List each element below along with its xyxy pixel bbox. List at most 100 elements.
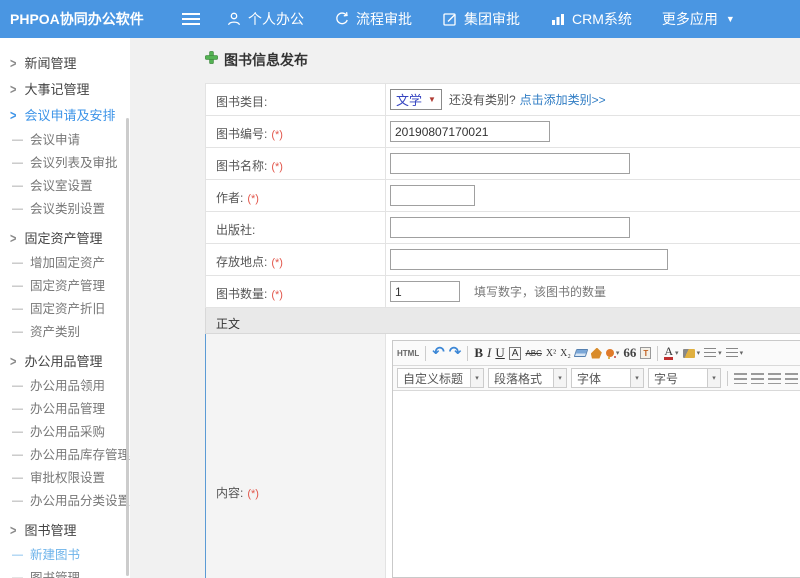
dash-icon: — bbox=[12, 280, 23, 293]
paste-text-button[interactable]: T bbox=[640, 347, 651, 359]
nav-more-apps[interactable]: 更多应用 bbox=[662, 9, 718, 29]
unordered-list-button[interactable]: ▾ bbox=[726, 348, 744, 359]
char-border-button[interactable]: A bbox=[509, 347, 522, 360]
select-caret-icon: ▼ bbox=[428, 95, 436, 104]
sidebar-item-supplies-claim[interactable]: —办公用品领用 bbox=[0, 375, 130, 398]
sidebar-item-supplies-category[interactable]: —办公用品分类设置 bbox=[0, 490, 130, 513]
sidebar-item-meeting-room[interactable]: —会议室设置 bbox=[0, 175, 130, 198]
caret-down-icon: ▾ bbox=[740, 349, 744, 357]
publisher-input[interactable] bbox=[390, 217, 630, 238]
book-name-input[interactable] bbox=[390, 153, 630, 174]
form-row-quantity: 图书数量:(*) 填写数字，该图书的数量 bbox=[205, 276, 800, 308]
book-number-input[interactable] bbox=[390, 121, 550, 142]
sidebar-item-supplies-manage[interactable]: —办公用品管理 bbox=[0, 398, 130, 421]
author-input[interactable] bbox=[390, 185, 475, 206]
align-center-button[interactable] bbox=[751, 373, 764, 384]
chevron-right-icon: > bbox=[10, 106, 16, 126]
dash-icon: — bbox=[12, 203, 23, 216]
bold-button[interactable]: B bbox=[474, 345, 483, 361]
align-justify-button[interactable] bbox=[785, 373, 798, 384]
highlight-color-button[interactable]: ▾ bbox=[683, 349, 701, 358]
edit-square-icon bbox=[442, 11, 458, 27]
superscript-button[interactable]: X² bbox=[546, 348, 556, 359]
category-selected-value: 文学 bbox=[396, 90, 422, 109]
undo-button[interactable]: ↶ bbox=[432, 346, 445, 360]
person-icon bbox=[226, 11, 242, 27]
chevron-right-icon: > bbox=[10, 229, 16, 249]
strikethrough-button[interactable]: ABC bbox=[525, 349, 541, 358]
align-right-icon bbox=[768, 373, 781, 384]
nav-process-approval[interactable]: 流程审批 bbox=[334, 9, 412, 29]
underline-button[interactable]: U bbox=[495, 345, 504, 361]
form-row-category: 图书类目: 文学 ▼ 还没有类别? 点击添加类别>> bbox=[205, 83, 800, 116]
align-left-button[interactable] bbox=[734, 373, 747, 384]
nav-label: 集团审批 bbox=[464, 9, 520, 29]
form-row-publisher: 出版社: bbox=[205, 212, 800, 244]
sidebar-item-approval-permission[interactable]: —审批权限设置 bbox=[0, 467, 130, 490]
nav-group-approval[interactable]: 集团审批 bbox=[442, 9, 520, 29]
caret-down-icon: ▾ bbox=[616, 349, 620, 357]
paragraph-format-select[interactable]: 段落格式▾ bbox=[488, 368, 567, 388]
sidebar-item-meeting-mgmt[interactable]: >会议申请及安排 bbox=[10, 108, 130, 124]
nav-label: 个人办公 bbox=[248, 9, 304, 29]
sidebar-item-supplies-mgmt[interactable]: >办公用品管理 bbox=[10, 354, 130, 370]
font-family-select[interactable]: 字体▾ bbox=[571, 368, 644, 388]
sidebar-item-meeting-apply[interactable]: —会议申请 bbox=[0, 129, 130, 152]
sidebar-item-asset-depreciation[interactable]: —固定资产折旧 bbox=[0, 298, 130, 321]
sidebar-item-news-mgmt[interactable]: >新闻管理 bbox=[10, 56, 130, 72]
sidebar-item-meeting-category[interactable]: —会议类别设置 bbox=[0, 198, 130, 221]
menu-toggle-icon[interactable] bbox=[182, 13, 200, 25]
sidebar-item-book-new[interactable]: —新建图书 bbox=[0, 544, 130, 567]
ordered-list-button[interactable]: ▾ bbox=[704, 348, 722, 359]
caret-down-icon: ▾ bbox=[675, 349, 679, 357]
add-category-link[interactable]: 点击添加类别>> bbox=[520, 91, 606, 108]
category-select[interactable]: 文学 ▼ bbox=[390, 89, 442, 110]
location-input[interactable] bbox=[390, 249, 668, 270]
required-marker: (*) bbox=[271, 289, 283, 301]
caret-down-icon: ▾ bbox=[470, 369, 483, 387]
dash-icon: — bbox=[12, 403, 23, 416]
doodle-button[interactable]: ▾ bbox=[606, 349, 620, 357]
toolbar-separator bbox=[727, 371, 728, 386]
field-label: 作者: bbox=[216, 191, 243, 205]
sidebar-item-events-mgmt[interactable]: >大事记管理 bbox=[10, 82, 130, 98]
sidebar-item-asset-add[interactable]: —增加固定资产 bbox=[0, 252, 130, 275]
align-right-button[interactable] bbox=[768, 373, 781, 384]
custom-title-select[interactable]: 自定义标题▾ bbox=[397, 368, 484, 388]
dash-icon: — bbox=[12, 157, 23, 170]
font-size-select[interactable]: 字号▾ bbox=[648, 368, 721, 388]
blockquote-button[interactable]: 66 bbox=[623, 345, 636, 361]
dash-icon: — bbox=[12, 495, 23, 508]
nav-personal-office[interactable]: 个人办公 bbox=[226, 9, 304, 29]
font-color-button[interactable]: A▾ bbox=[664, 346, 678, 360]
sidebar-item-asset-manage[interactable]: —固定资产管理 bbox=[0, 275, 130, 298]
subscript-button[interactable]: X₂ bbox=[560, 348, 571, 359]
eraser-button[interactable] bbox=[575, 349, 587, 357]
html-source-button[interactable]: HTML bbox=[397, 349, 419, 358]
redo-button[interactable]: ↷ bbox=[449, 346, 462, 360]
section-header-body: 正文 bbox=[205, 308, 800, 334]
chevron-down-icon[interactable]: ▼ bbox=[726, 14, 735, 24]
nav-crm-system[interactable]: CRM系统 bbox=[550, 9, 632, 29]
caret-down-icon: ▾ bbox=[630, 369, 643, 387]
unordered-list-icon bbox=[726, 348, 738, 359]
required-marker: (*) bbox=[271, 161, 283, 173]
italic-button[interactable]: I bbox=[487, 345, 491, 361]
sidebar-item-supplies-inventory[interactable]: —办公用品库存管理 bbox=[0, 444, 130, 467]
nav-label: CRM系统 bbox=[572, 9, 632, 29]
editor-content-area[interactable] bbox=[393, 391, 800, 577]
sidebar-scrollbar[interactable] bbox=[126, 118, 129, 576]
caret-down-icon: ▾ bbox=[718, 349, 722, 357]
sidebar-item-book-mgmt[interactable]: >图书管理 bbox=[10, 523, 130, 539]
sidebar-item-supplies-purchase[interactable]: —办公用品采购 bbox=[0, 421, 130, 444]
nav-label: 更多应用 bbox=[662, 9, 718, 29]
sidebar-item-asset-category[interactable]: —资产类别 bbox=[0, 321, 130, 344]
sidebar-item-meeting-list[interactable]: —会议列表及审批 bbox=[0, 152, 130, 175]
topbar: PHPOA协同办公软件 个人办公 流程审批 bbox=[0, 0, 800, 38]
format-clear-button[interactable] bbox=[591, 348, 602, 359]
toolbar-separator bbox=[467, 346, 468, 361]
sidebar-item-book-manage[interactable]: —图书管理 bbox=[0, 567, 130, 578]
quantity-input[interactable] bbox=[390, 281, 460, 302]
toolbar-separator bbox=[425, 346, 426, 361]
sidebar-item-asset-mgmt[interactable]: >固定资产管理 bbox=[10, 231, 130, 247]
